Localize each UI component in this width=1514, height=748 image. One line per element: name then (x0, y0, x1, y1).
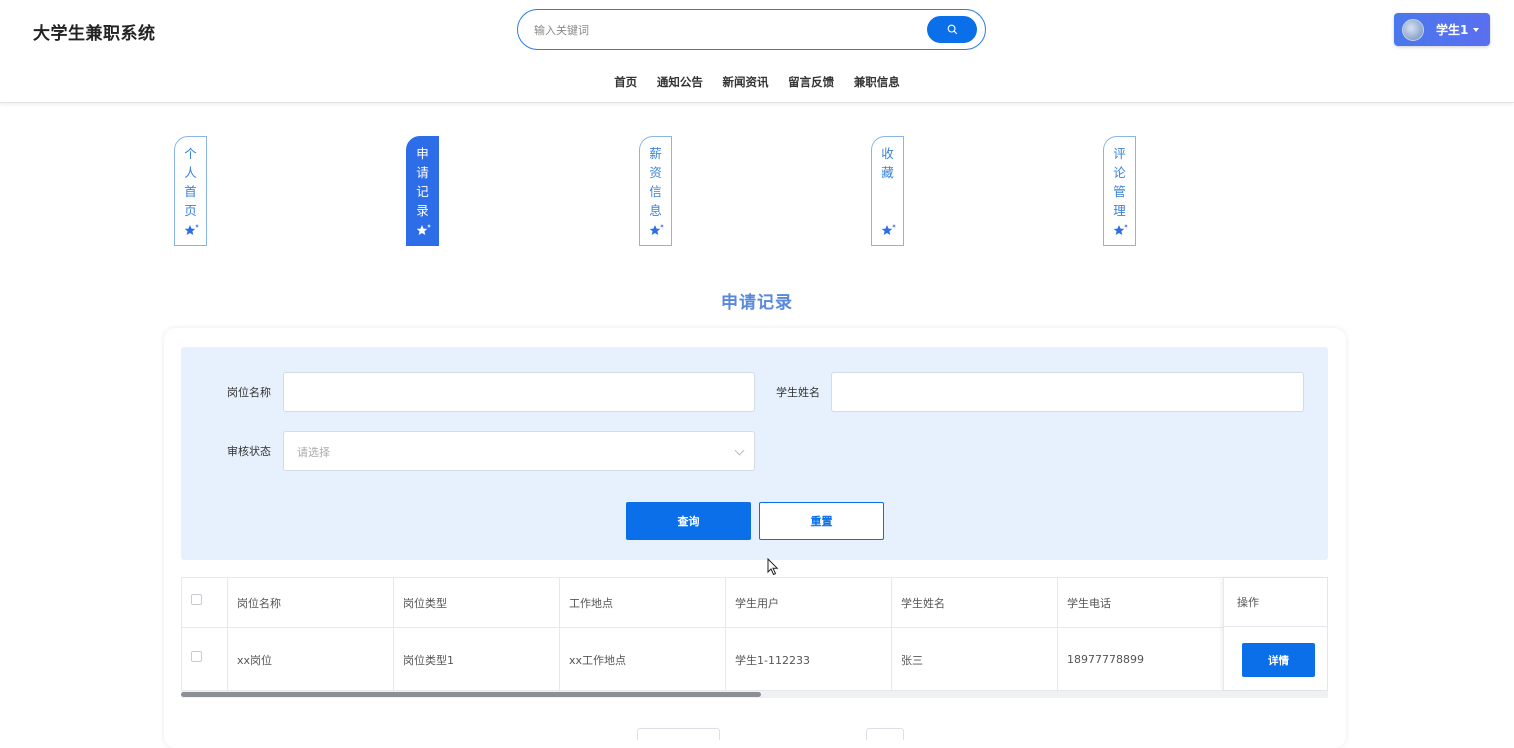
status-label: 审核状态 (227, 445, 271, 458)
student-name-input[interactable] (831, 372, 1304, 412)
nav-item-home[interactable]: 首页 (614, 74, 637, 90)
app-title: 大学生兼职系统 (33, 24, 156, 44)
column-header[interactable]: 学生电话 (1058, 578, 1224, 627)
tab-label: 申请记录 (416, 146, 429, 218)
tab-label: 评论管理 (1113, 146, 1126, 218)
tab-comment-management[interactable]: 评论管理 (1103, 136, 1136, 246)
star-icon (881, 224, 896, 235)
detail-button[interactable]: 详情 (1242, 643, 1315, 677)
table-cell: 张三 (892, 628, 1058, 691)
table-cell: 学生1-112233 (726, 628, 892, 691)
reset-button[interactable]: 重置 (759, 502, 884, 540)
column-header[interactable]: 学生用户 (726, 578, 892, 627)
table-row: xx岗位 岗位类型1 xx工作地点 学生1-112233 张三 18977778… (182, 628, 1327, 691)
table-header-row: 岗位名称 岗位类型 工作地点 学生用户 学生姓名 学生电话 (182, 578, 1327, 628)
tab-label: 薪资信息 (649, 146, 662, 218)
tab-label: 个人首页 (184, 146, 197, 218)
action-column-header: 操作 (1224, 578, 1328, 627)
column-header[interactable]: 学生姓名 (892, 578, 1058, 627)
select-all-cell (182, 578, 228, 627)
nav-item-notices[interactable]: 通知公告 (657, 74, 703, 90)
tab-profile-home[interactable]: 个人首页 (174, 136, 207, 246)
column-header[interactable]: 工作地点 (560, 578, 726, 627)
star-icon (416, 224, 431, 235)
mouse-cursor-icon (767, 558, 779, 576)
tab-application-records[interactable]: 申请记录 (406, 136, 439, 246)
status-select-placeholder: 请选择 (297, 446, 330, 459)
search-button[interactable] (927, 16, 977, 43)
chevron-down-icon (1473, 27, 1480, 32)
table-cell: 岗位类型1 (394, 628, 560, 691)
search-icon (947, 24, 957, 35)
horizontal-scrollbar[interactable] (181, 691, 1328, 698)
tab-salary-info[interactable]: 薪资信息 (639, 136, 672, 246)
nav-item-jobs[interactable]: 兼职信息 (854, 74, 900, 90)
avatar (1402, 18, 1424, 41)
student-name-label: 学生姓名 (776, 386, 820, 399)
table-cell: xx岗位 (228, 628, 394, 691)
row-select-cell (182, 628, 228, 691)
job-name-input[interactable] (283, 372, 755, 412)
nav-item-feedback[interactable]: 留言反馈 (788, 74, 834, 90)
select-all-checkbox[interactable] (191, 594, 202, 605)
query-button[interactable]: 查询 (626, 502, 751, 540)
scrollbar-thumb[interactable] (181, 692, 761, 697)
user-menu-button[interactable]: 学生1 (1394, 13, 1490, 46)
table-cell: 18977778899 (1058, 628, 1224, 691)
job-name-label: 岗位名称 (227, 386, 271, 399)
table-cell: xx工作地点 (560, 628, 726, 691)
tab-favorites[interactable]: 收藏 (871, 136, 904, 246)
status-select[interactable]: 请选择 (283, 431, 755, 471)
search-box (517, 9, 986, 50)
page-size-select[interactable] (637, 728, 720, 740)
records-table: 岗位名称 岗位类型 工作地点 学生用户 学生姓名 学生电话 xx岗位 岗位类型1… (181, 577, 1328, 691)
chevron-down-icon (734, 445, 745, 456)
main-nav: 首页 通知公告 新闻资讯 留言反馈 兼职信息 (0, 74, 1514, 90)
page-jump-input[interactable] (866, 728, 904, 740)
star-icon (184, 224, 199, 235)
column-header[interactable]: 岗位类型 (394, 578, 560, 627)
nav-item-news[interactable]: 新闻资讯 (723, 74, 769, 90)
action-column: 操作 详情 (1223, 578, 1328, 690)
row-checkbox[interactable] (191, 651, 202, 662)
search-input[interactable] (534, 19, 914, 41)
page-title: 申请记录 (721, 293, 793, 313)
tab-label: 收藏 (881, 146, 894, 180)
star-icon (1113, 224, 1128, 235)
header: 大学生兼职系统 学生1 首页 通知公告 新闻资讯 留言反馈 兼职信息 (0, 0, 1514, 103)
column-header[interactable]: 岗位名称 (228, 578, 394, 627)
user-name: 学生1 (1436, 23, 1469, 37)
star-icon (649, 224, 664, 235)
